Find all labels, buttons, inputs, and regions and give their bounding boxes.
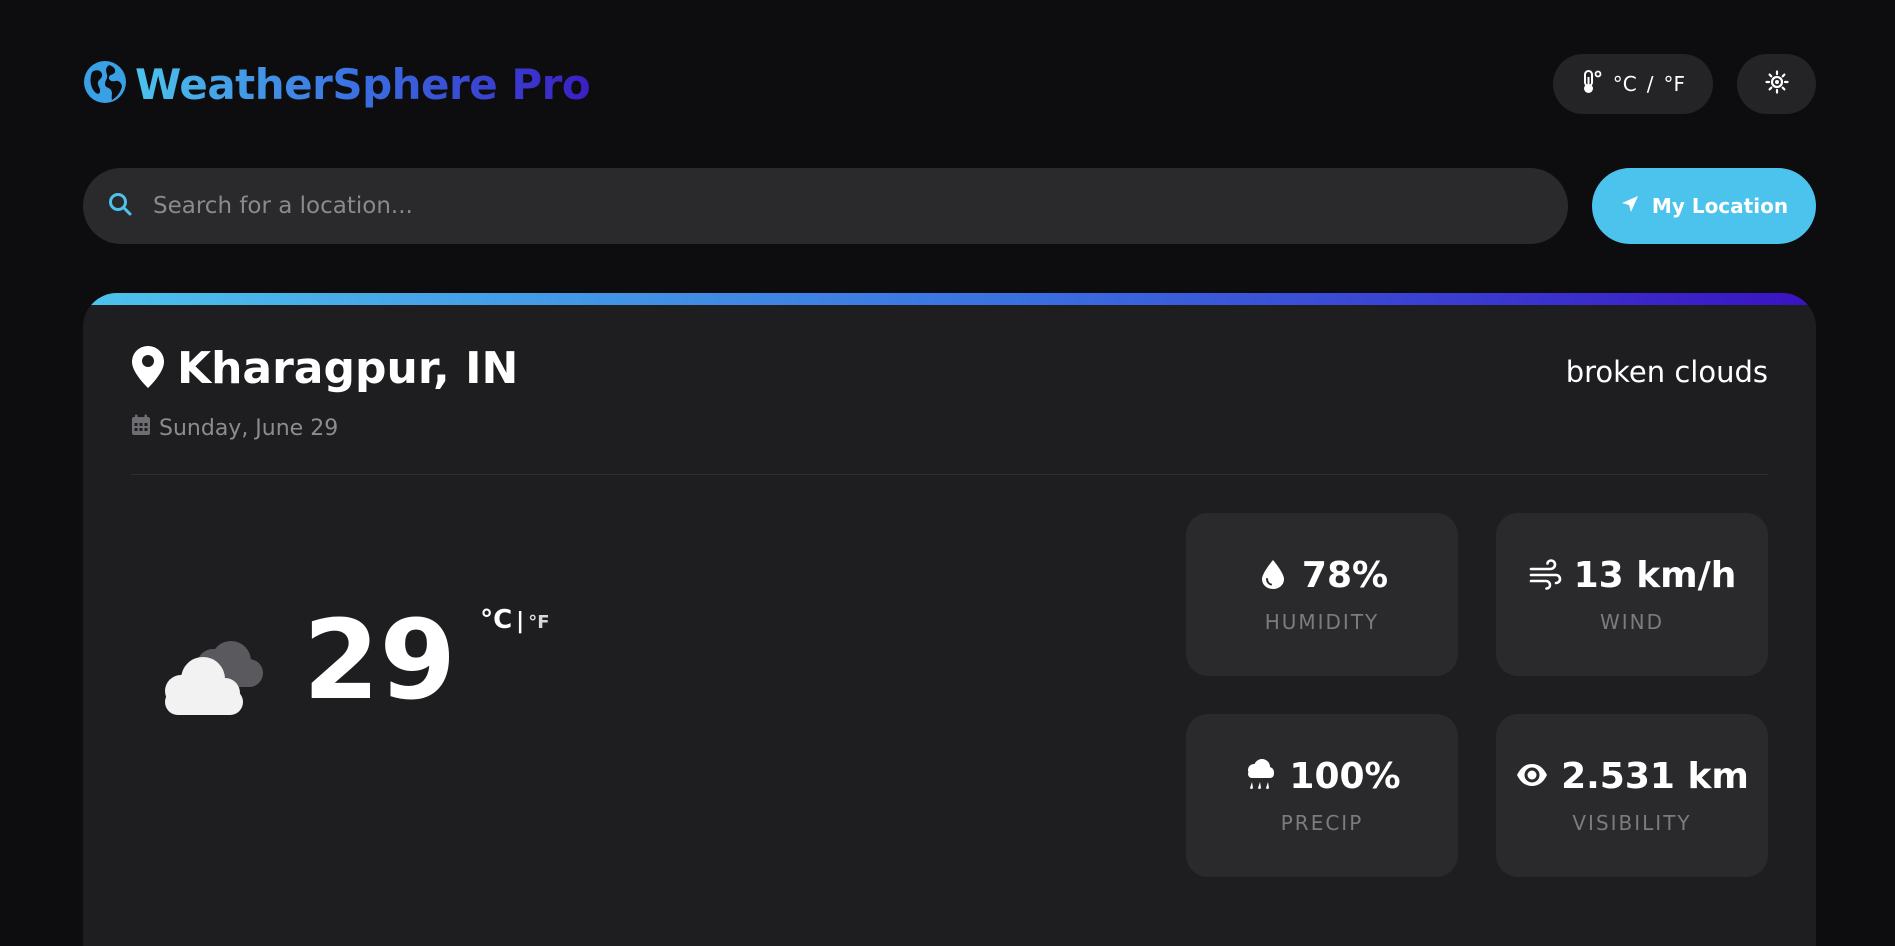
my-location-label: My Location <box>1651 194 1789 218</box>
location-arrow-icon <box>1620 194 1640 219</box>
unit-separator: / <box>1646 72 1654 96</box>
unit-celsius-toggle[interactable]: °C <box>480 605 512 635</box>
broken-clouds-icon <box>151 605 267 723</box>
app-title: WeatherSphere Pro <box>135 59 591 109</box>
stat-precip-value-row: 100% <box>1243 756 1401 797</box>
humidity-label: HUMIDITY <box>1264 610 1380 634</box>
search-input[interactable] <box>151 168 1568 244</box>
card-header: Kharagpur, IN Sunday, June 29 broken clo… <box>131 305 1768 442</box>
precipitation-label: PRECIP <box>1280 811 1364 835</box>
card-content: Kharagpur, IN Sunday, June 29 broken clo… <box>131 305 1768 895</box>
sun-icon <box>1764 70 1789 98</box>
city-line: Kharagpur, IN <box>131 343 518 394</box>
header-actions: °C / °F <box>1552 54 1816 114</box>
search-icon <box>107 191 133 221</box>
precipitation-value: 100% <box>1289 756 1401 797</box>
card-accent-bar <box>83 293 1816 305</box>
brand[interactable]: WeatherSphere Pro <box>83 59 591 109</box>
stat-wind: 13 km/h WIND <box>1496 513 1768 676</box>
cloud-rain-icon <box>1243 758 1277 796</box>
unit-fahrenheit-label: °F <box>1663 72 1685 96</box>
stat-visibility-value-row: 2.531 km <box>1515 756 1749 797</box>
humidity-value: 78% <box>1301 555 1389 596</box>
theme-toggle-button[interactable] <box>1737 54 1816 114</box>
unit-toggle-button[interactable]: °C / °F <box>1552 54 1713 114</box>
my-location-button[interactable]: My Location <box>1592 168 1816 244</box>
visibility-value: 2.531 km <box>1561 756 1749 797</box>
temperature-unit-switch: °C | °F <box>480 605 549 635</box>
unit-celsius-label: °C <box>1612 72 1637 96</box>
visibility-label: VISIBILITY <box>1572 811 1692 835</box>
calendar-icon <box>131 414 151 442</box>
search-row: My Location <box>83 168 1816 244</box>
app-root: WeatherSphere Pro °C / °F Search for a l… <box>0 0 1895 946</box>
eye-icon <box>1515 758 1549 796</box>
date-line: Sunday, June 29 <box>131 414 518 442</box>
header: WeatherSphere Pro °C / °F <box>83 52 1816 116</box>
weather-stats-grid: 78% HUMIDITY 13 km/h WIND 100% PRECIP 2.… <box>1186 513 1768 877</box>
stat-precipitation: 100% PRECIP <box>1186 714 1458 877</box>
stat-wind-value-row: 13 km/h <box>1528 555 1737 596</box>
unit-fahrenheit-toggle[interactable]: °F <box>528 612 549 633</box>
weather-condition: broken clouds <box>1565 355 1768 389</box>
city-name: Kharagpur, IN <box>177 343 519 394</box>
droplet-icon <box>1256 557 1290 595</box>
current-weather-card: Kharagpur, IN Sunday, June 29 broken clo… <box>83 293 1816 946</box>
search-box[interactable] <box>83 168 1568 244</box>
temperature-value: 29 <box>303 596 457 724</box>
unit-divider: | <box>516 609 525 634</box>
card-body: 29 °C | °F 78% HUMIDITY 13 km/h WIND 100… <box>131 475 1768 895</box>
location-block: Kharagpur, IN Sunday, June 29 <box>131 343 518 442</box>
date-text: Sunday, June 29 <box>159 415 339 441</box>
wind-icon <box>1528 557 1562 595</box>
wind-label: WIND <box>1599 610 1665 634</box>
map-pin-icon <box>131 345 165 393</box>
stat-humidity-value-row: 78% <box>1256 555 1388 596</box>
temperature-block: 29 °C | °F <box>151 605 550 723</box>
wind-value: 13 km/h <box>1573 555 1737 596</box>
stat-visibility: 2.531 km VISIBILITY <box>1496 714 1768 877</box>
globe-icon <box>83 60 127 108</box>
stat-humidity: 78% HUMIDITY <box>1186 513 1458 676</box>
thermometer-icon <box>1581 69 1603 99</box>
